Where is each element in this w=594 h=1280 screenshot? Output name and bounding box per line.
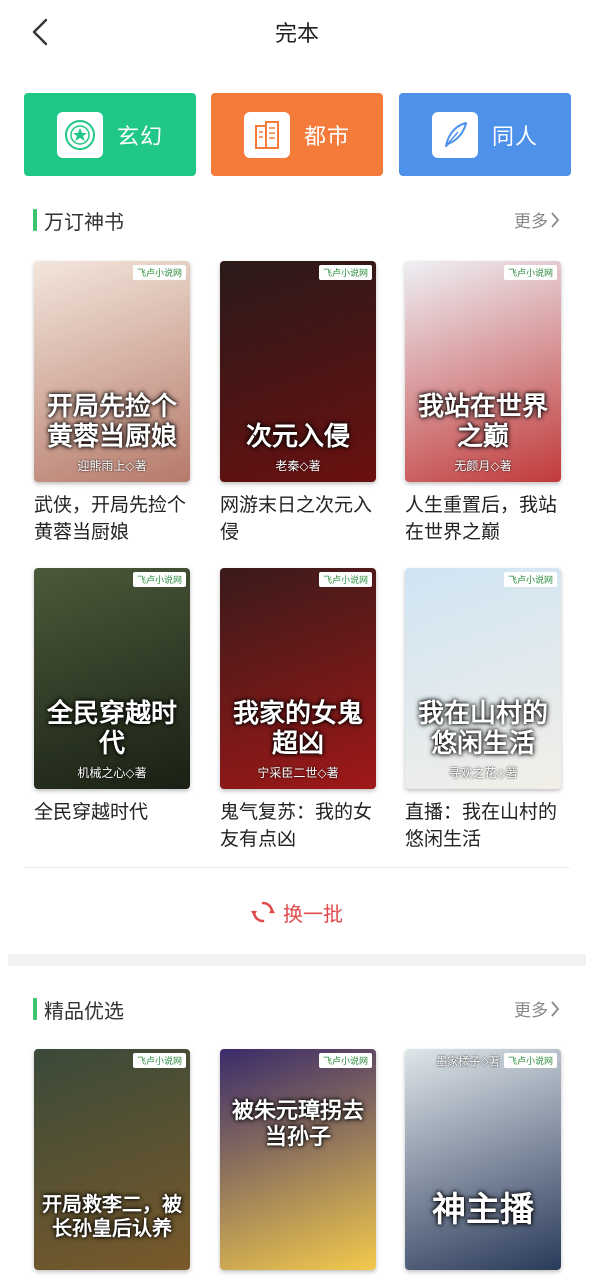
book-item[interactable]: 飞卢小说网 我家的女鬼超凶 宁采臣二世◇著 鬼气复苏：我的女友有点凶 xyxy=(220,568,380,853)
more-link[interactable]: 更多 xyxy=(514,207,560,232)
cover-title: 开局先捡个黄蓉当厨娘 xyxy=(46,392,177,452)
category-row: 玄幻 都市 同人 xyxy=(24,93,571,176)
page-title: 完本 xyxy=(274,22,319,47)
cover-title: 开局救李二，被长孙皇后认养 xyxy=(42,1192,182,1240)
chevron-right-icon xyxy=(551,211,560,228)
cover-author: 墨家橘子◇著 xyxy=(436,1055,500,1068)
top-bar: 完本 xyxy=(0,0,594,64)
feather-icon xyxy=(432,111,478,158)
publisher-badge: 飞卢小说网 xyxy=(318,572,372,587)
cover-title: 被朱元璋拐去当孙子 xyxy=(231,1098,364,1150)
book-cover: 飞卢小说网 我家的女鬼超凶 宁采臣二世◇著 xyxy=(220,568,376,789)
more-label: 更多 xyxy=(514,212,548,232)
section-accent-bar xyxy=(33,209,37,231)
section-title: 万订神书 xyxy=(44,210,124,234)
divider xyxy=(24,867,570,868)
category-button-dushi[interactable]: 都市 xyxy=(211,93,383,176)
publisher-badge: 飞卢小说网 xyxy=(132,572,186,587)
category-button-tongren[interactable]: 同人 xyxy=(399,93,571,176)
section-title: 精品优选 xyxy=(44,999,124,1023)
section-accent-bar xyxy=(33,998,37,1020)
book-cover: 飞卢小说网 我站在世界之巅 无颜月◇著 xyxy=(405,261,561,482)
cover-author: 宁采臣二世◇著 xyxy=(257,766,339,780)
book-cover: 飞卢小说网 开局先捡个黄蓉当厨娘 迎熊雨上◇著 xyxy=(34,261,190,482)
book-title: 人生重置后，我站在世界之巅 xyxy=(405,494,558,543)
book-cover: 飞卢小说网 开局救李二，被长孙皇后认养 xyxy=(34,1049,190,1270)
refresh-icon xyxy=(251,901,275,923)
category-button-xuanhuan[interactable]: 玄幻 xyxy=(24,93,196,176)
cover-title: 我在山村的悠闲生活 xyxy=(417,699,548,759)
more-link[interactable]: 更多 xyxy=(514,996,560,1021)
book-cover: 飞卢小说网 我在山村的悠闲生活 寻欢之花◇著 xyxy=(405,568,561,789)
cover-author: 老秦◇著 xyxy=(275,459,321,473)
cover-author: 寻欢之花◇著 xyxy=(448,766,518,780)
section-separator xyxy=(8,954,586,966)
category-label: 玄幻 xyxy=(117,124,164,150)
book-cover: 飞卢小说网 神主播 墨家橘子◇著 xyxy=(405,1049,561,1270)
building-icon xyxy=(244,111,290,158)
section-header-wanding: 万订神书 更多 xyxy=(0,205,594,235)
book-title: 直播：我在山村的悠闲生活 xyxy=(405,801,558,850)
book-title: 武侠，开局先捡个黄蓉当厨娘 xyxy=(34,494,187,543)
category-label: 同人 xyxy=(492,124,539,150)
book-item[interactable]: 飞卢小说网 神主播 墨家橘子◇著 xyxy=(405,1049,565,1270)
book-title: 全民穿越时代 xyxy=(34,801,149,823)
book-cover: 飞卢小说网 次元入侵 老秦◇著 xyxy=(220,261,376,482)
book-item[interactable]: 飞卢小说网 开局先捡个黄蓉当厨娘 迎熊雨上◇著 武侠，开局先捡个黄蓉当厨娘 xyxy=(34,261,194,546)
refresh-label: 换一批 xyxy=(283,901,343,926)
book-cover: 飞卢小说网 全民穿越时代 机械之心◇著 xyxy=(34,568,190,789)
publisher-badge: 飞卢小说网 xyxy=(503,572,557,587)
category-label: 都市 xyxy=(304,124,351,150)
publisher-badge: 飞卢小说网 xyxy=(318,1053,372,1068)
publisher-badge: 飞卢小说网 xyxy=(132,1053,186,1068)
cover-title: 次元入侵 xyxy=(245,422,350,452)
book-title: 网游末日之次元入侵 xyxy=(220,494,373,543)
more-label: 更多 xyxy=(514,1001,548,1021)
book-cover: 飞卢小说网 被朱元璋拐去当孙子 xyxy=(220,1049,376,1270)
publisher-badge: 飞卢小说网 xyxy=(318,265,372,280)
book-item[interactable]: 飞卢小说网 全民穿越时代 机械之心◇著 全民穿越时代 xyxy=(34,568,194,826)
book-item[interactable]: 飞卢小说网 我站在世界之巅 无颜月◇著 人生重置后，我站在世界之巅 xyxy=(405,261,565,546)
cover-title: 我家的女鬼超凶 xyxy=(232,699,363,759)
cover-title: 全民穿越时代 xyxy=(46,699,177,759)
cover-author: 迎熊雨上◇著 xyxy=(77,459,147,473)
cover-title: 我站在世界之巅 xyxy=(417,392,548,452)
cover-author: 无颜月◇著 xyxy=(454,459,512,473)
section-header-jingpin: 精品优选 更多 xyxy=(0,994,594,1024)
cover-title: 神主播 xyxy=(432,1190,534,1230)
publisher-badge: 飞卢小说网 xyxy=(503,265,557,280)
book-item[interactable]: 飞卢小说网 被朱元璋拐去当孙子 xyxy=(220,1049,380,1270)
book-title: 鬼气复苏：我的女友有点凶 xyxy=(220,801,373,850)
chevron-right-icon xyxy=(551,1000,560,1017)
refresh-button[interactable]: 换一批 xyxy=(0,895,594,929)
emblem-icon xyxy=(57,111,103,158)
book-item[interactable]: 飞卢小说网 次元入侵 老秦◇著 网游末日之次元入侵 xyxy=(220,261,380,546)
cover-author: 机械之心◇著 xyxy=(77,766,147,780)
publisher-badge: 飞卢小说网 xyxy=(132,265,186,280)
book-item[interactable]: 飞卢小说网 开局救李二，被长孙皇后认养 xyxy=(34,1049,194,1270)
book-item[interactable]: 飞卢小说网 我在山村的悠闲生活 寻欢之花◇著 直播：我在山村的悠闲生活 xyxy=(405,568,565,853)
